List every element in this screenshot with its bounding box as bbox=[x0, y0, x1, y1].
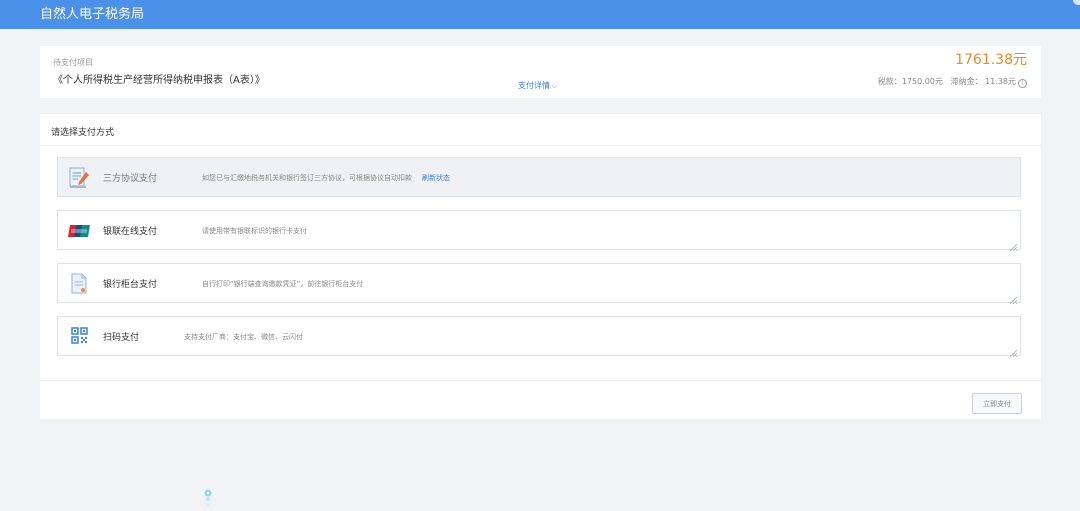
payment-method-heading: 请选择支付方式 bbox=[51, 128, 115, 138]
app-title: 自然人电子税务局 bbox=[40, 7, 145, 22]
payment-option-name: 银行柜台支付 bbox=[103, 280, 158, 290]
resize-grip-icon bbox=[1008, 290, 1018, 305]
payment-option-name: 扫码支付 bbox=[103, 333, 140, 343]
payment-option-tripartite[interactable]: 三方协议支付 如您已与汇缴地税务机关和银行签订三方协议，可根据协议自动扣款 刷新状… bbox=[57, 157, 1021, 197]
total-amount: 1761.38元 bbox=[955, 52, 1027, 68]
payment-option-name: 三方协议支付 bbox=[103, 174, 158, 184]
payment-option-description-text: 如您已与汇缴地税务机关和银行签订三方协议，可根据协议自动扣款 bbox=[202, 174, 412, 182]
pay-now-button[interactable]: 立即支付 bbox=[972, 393, 1022, 414]
resize-grip-icon bbox=[1008, 237, 1018, 252]
payment-option-name: 银联在线支付 bbox=[103, 227, 158, 237]
payment-option-description: 支持支付厂商：支付宝、微信、云闪付 bbox=[184, 333, 303, 341]
tax-form-name: 《个人所得税生产经营所得纳税申报表（A表）》 bbox=[53, 75, 265, 86]
corner-indicator bbox=[1073, 0, 1080, 5]
payment-option-qr-scan[interactable]: 扫码支付 支持支付厂商：支付宝、微信、云闪付 bbox=[57, 316, 1021, 358]
payment-summary-card: 待支付项目 《个人所得税生产经营所得纳税申报表（A表）》 支付详情 ⌵ 1761.… bbox=[40, 46, 1041, 98]
payment-detail-label: 支付详情 bbox=[518, 81, 550, 90]
unionpay-icon bbox=[68, 220, 92, 242]
tax-value: 1750.00元 bbox=[901, 77, 943, 86]
payment-option-description: 如您已与汇缴地税务机关和银行签订三方协议，可根据协议自动扣款 刷新状态 bbox=[202, 173, 450, 183]
resize-grip-icon bbox=[1008, 343, 1018, 358]
pen-document-icon bbox=[68, 167, 92, 189]
refresh-status-link[interactable]: 刷新状态 bbox=[422, 174, 450, 182]
chevron-down-icon: ⌵ bbox=[552, 82, 558, 90]
card-footer-divider bbox=[40, 380, 1041, 381]
top-bar: 自然人电子税务局 bbox=[0, 0, 1080, 29]
floating-drag-handle[interactable] bbox=[203, 489, 213, 507]
late-fee-value: 11.38元 bbox=[985, 77, 1016, 86]
qr-code-icon bbox=[68, 326, 92, 348]
payment-method-card: 请选择支付方式 三方协议支付 如您已与汇缴地税务机关和银行签订三方协议，可根据协… bbox=[40, 114, 1041, 419]
tax-label: 税款： bbox=[877, 77, 902, 86]
bank-document-icon bbox=[68, 273, 92, 295]
tax-breakdown: 税款：1750.00元 滞纳金： 11.38元 i bbox=[878, 76, 1027, 88]
late-fee-label: 滞纳金： bbox=[950, 77, 983, 86]
pending-item-label: 待支付项目 bbox=[53, 58, 93, 67]
payment-detail-link[interactable]: 支付详情 ⌵ bbox=[518, 80, 557, 91]
info-icon[interactable]: i bbox=[1018, 79, 1027, 88]
payment-option-bank-counter[interactable]: 银行柜台支付 自行打印“银行端查询缴款凭证”，前往银行柜台支付 bbox=[57, 263, 1021, 305]
payment-method-header: 请选择支付方式 bbox=[40, 114, 1041, 146]
payment-option-description: 请使用带有银联标识的银行卡支付 bbox=[202, 227, 307, 235]
payment-option-unionpay[interactable]: 银联在线支付 请使用带有银联标识的银行卡支付 bbox=[57, 210, 1021, 252]
payment-option-description: 自行打印“银行端查询缴款凭证”，前往银行柜台支付 bbox=[202, 280, 364, 288]
